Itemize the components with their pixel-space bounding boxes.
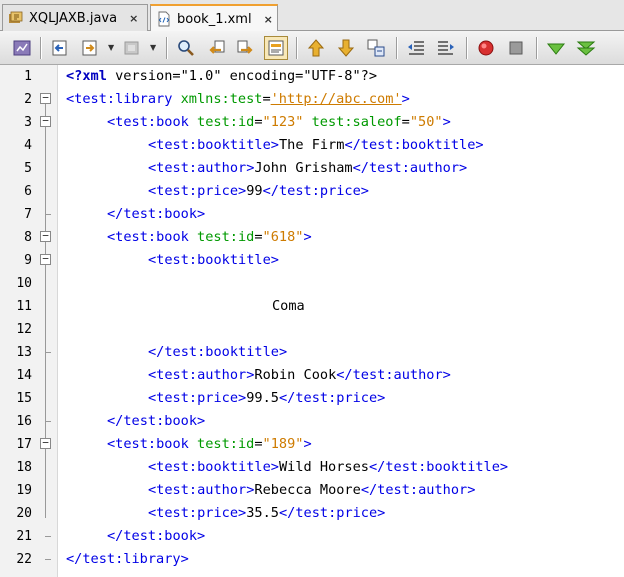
line-number: 21 bbox=[16, 529, 32, 544]
previous-bookmark-icon[interactable] bbox=[304, 36, 328, 60]
tab-xqljaxb-java[interactable]: XQLJAXB.java × bbox=[2, 4, 148, 31]
code-text[interactable]: <test:price>35.5</test:price> bbox=[148, 502, 385, 525]
stop-macro-icon[interactable] bbox=[504, 36, 528, 60]
disabled-icon[interactable] bbox=[120, 36, 144, 60]
tab-book-1-xml[interactable]: book_1.xml × bbox=[150, 4, 278, 32]
code-line: 16 </test:book> bbox=[0, 410, 624, 433]
code-line: 1 <?xml version="1.0" encoding="UTF-8"?> bbox=[0, 65, 624, 88]
line-number: 14 bbox=[16, 368, 32, 383]
code-line: 12 bbox=[0, 318, 624, 341]
code-text[interactable]: <test:booktitle>Wild Horses</test:bookti… bbox=[148, 456, 508, 479]
back-icon[interactable] bbox=[48, 36, 72, 60]
toggle-highlight-icon[interactable] bbox=[264, 36, 288, 60]
line-number: 4 bbox=[24, 138, 32, 153]
line-number: 19 bbox=[16, 483, 32, 498]
line-number: 9 bbox=[24, 253, 32, 268]
find-previous-icon[interactable] bbox=[204, 36, 228, 60]
code-text[interactable]: <test:book test:id="618"> bbox=[107, 226, 312, 249]
line-number: 8 bbox=[24, 230, 32, 245]
line-number: 1 bbox=[24, 69, 32, 84]
code-text[interactable]: </test:library> bbox=[66, 548, 189, 571]
forward-menu-icon[interactable] bbox=[78, 36, 102, 60]
code-text[interactable]: <test:book test:id="123" test:saleof="50… bbox=[107, 111, 451, 134]
code-text[interactable]: <test:author>John Grisham</test:author> bbox=[148, 157, 467, 180]
tab-label: XQLJAXB.java bbox=[29, 10, 118, 26]
line-number: 20 bbox=[16, 506, 32, 521]
line-number: 3 bbox=[24, 115, 32, 130]
shift-left-icon[interactable] bbox=[404, 36, 428, 60]
code-text[interactable]: <test:author>Rebecca Moore</test:author> bbox=[148, 479, 475, 502]
line-number: 22 bbox=[16, 552, 32, 567]
code-line: 9 − <test:booktitle> bbox=[0, 249, 624, 272]
fold-collapse-icon[interactable]: − bbox=[40, 230, 51, 242]
code-line: 11 Coma bbox=[0, 295, 624, 318]
code-text[interactable]: </test:book> bbox=[107, 525, 205, 548]
code-line: 10 bbox=[0, 272, 624, 295]
next-bookmark-icon[interactable] bbox=[334, 36, 358, 60]
code-line: 3 − <test:book test:id="123" test:saleof… bbox=[0, 111, 624, 134]
find-next-icon[interactable] bbox=[234, 36, 258, 60]
code-text[interactable]: <?xml version="1.0" encoding="UTF-8"?> bbox=[66, 65, 377, 88]
fold-collapse-icon[interactable]: − bbox=[40, 115, 51, 127]
line-number: 17 bbox=[16, 437, 32, 452]
code-line: 20 <test:price>35.5</test:price> bbox=[0, 502, 624, 525]
line-number: 11 bbox=[16, 299, 32, 314]
line-number: 6 bbox=[24, 184, 32, 199]
editor-toolbar: ▼ ▼ bbox=[0, 31, 624, 65]
code-text[interactable]: <test:book test:id="189"> bbox=[107, 433, 312, 456]
line-number: 12 bbox=[16, 322, 32, 337]
code-line: 19 <test:author>Rebecca Moore</test:auth… bbox=[0, 479, 624, 502]
fold-collapse-icon[interactable]: − bbox=[40, 437, 51, 449]
line-number: 5 bbox=[24, 161, 32, 176]
code-line: 21 </test:book> bbox=[0, 525, 624, 548]
code-text[interactable]: </test:booktitle> bbox=[148, 341, 287, 364]
find-icon[interactable] bbox=[174, 36, 198, 60]
validate-xml-icon[interactable] bbox=[574, 36, 598, 60]
code-line: 13 </test:booktitle> bbox=[0, 341, 624, 364]
code-text[interactable]: <test:booktitle> bbox=[148, 249, 279, 272]
java-file-icon bbox=[8, 10, 24, 26]
history-icon[interactable] bbox=[10, 36, 34, 60]
line-number: 16 bbox=[16, 414, 32, 429]
line-number: 10 bbox=[16, 276, 32, 291]
code-editor[interactable]: 1 <?xml version="1.0" encoding="UTF-8"?>… bbox=[0, 65, 624, 577]
code-line: 15 <test:price>99.5</test:price> bbox=[0, 387, 624, 410]
shift-right-icon[interactable] bbox=[434, 36, 458, 60]
code-text[interactable]: <test:price>99.5</test:price> bbox=[148, 387, 385, 410]
xml-file-icon bbox=[156, 11, 172, 27]
code-line: 18 <test:booktitle>Wild Horses</test:boo… bbox=[0, 456, 624, 479]
line-number: 15 bbox=[16, 391, 32, 406]
code-text[interactable]: <test:library xmlns:test='http://abc.com… bbox=[66, 88, 410, 111]
code-text[interactable]: </test:book> bbox=[107, 203, 205, 226]
code-line: 14 <test:author>Robin Cook</test:author> bbox=[0, 364, 624, 387]
code-line: 17 − <test:book test:id="189"> bbox=[0, 433, 624, 456]
line-number: 2 bbox=[24, 92, 32, 107]
code-line: 4 <test:booktitle>The Firm</test:booktit… bbox=[0, 134, 624, 157]
editor-tab-bar: XQLJAXB.java × book_1.xml × bbox=[0, 0, 624, 32]
code-text[interactable]: Coma bbox=[272, 295, 305, 318]
code-line: 6 <test:price>99</test:price> bbox=[0, 180, 624, 203]
code-line: 5 <test:author>John Grisham</test:author… bbox=[0, 157, 624, 180]
tab-label: book_1.xml bbox=[177, 11, 252, 27]
code-text[interactable]: <test:author>Robin Cook</test:author> bbox=[148, 364, 451, 387]
check-xml-icon[interactable] bbox=[544, 36, 568, 60]
code-line: 8 − <test:book test:id="618"> bbox=[0, 226, 624, 249]
line-number: 7 bbox=[24, 207, 32, 222]
toggle-bookmark-icon[interactable] bbox=[364, 36, 388, 60]
fold-collapse-icon[interactable]: − bbox=[40, 92, 51, 104]
line-number: 13 bbox=[16, 345, 32, 360]
code-line: 7 </test:book> bbox=[0, 203, 624, 226]
line-number: 18 bbox=[16, 460, 32, 475]
close-tab-icon[interactable]: × bbox=[264, 13, 273, 26]
start-macro-icon[interactable] bbox=[474, 36, 498, 60]
code-line: 22 </test:library> bbox=[0, 548, 624, 571]
close-tab-icon[interactable]: × bbox=[129, 12, 138, 25]
code-text[interactable]: </test:book> bbox=[107, 410, 205, 433]
fold-collapse-icon[interactable]: − bbox=[40, 253, 51, 265]
code-text[interactable]: <test:price>99</test:price> bbox=[148, 180, 369, 203]
code-text[interactable]: <test:booktitle>The Firm</test:booktitle… bbox=[148, 134, 484, 157]
code-line: 2 − <test:library xmlns:test='http://abc… bbox=[0, 88, 624, 111]
